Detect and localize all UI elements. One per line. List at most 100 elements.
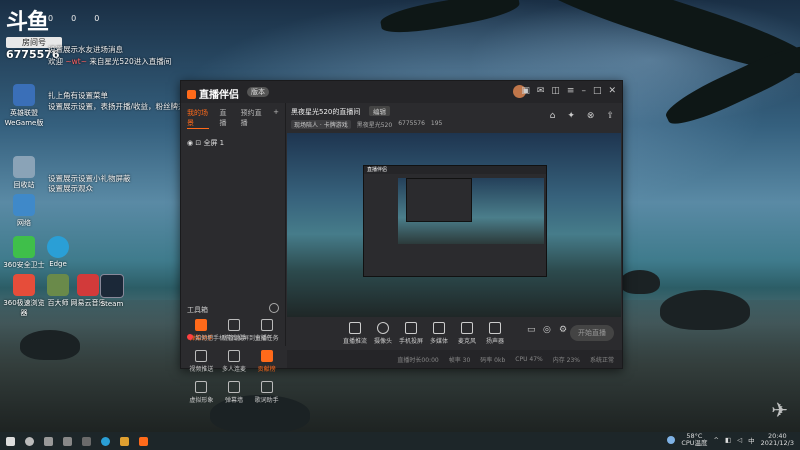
scene-item[interactable]: ◉ ⊡ 全屏 1	[181, 134, 285, 152]
status-bar: 直播时长00:00 帧率 30 码率 0kb CPU 47% 内存 23% 系统…	[287, 350, 622, 368]
add-scene-button[interactable]: +	[273, 108, 279, 129]
status-bitrate: 码率 0kb	[480, 356, 506, 364]
rock	[620, 270, 660, 294]
host-name: 黑夜星光520	[356, 122, 393, 129]
ime-icon[interactable]: 中	[748, 435, 755, 445]
edge-taskbar-icon[interactable]	[101, 436, 110, 446]
taskbar-apps	[0, 436, 148, 446]
task-icon	[260, 319, 273, 331]
recycle-bin-icon	[13, 156, 35, 178]
wall-icon	[227, 381, 240, 393]
scene-panel: 我的场景 直播 预约直播 + ◉ ⊡ 全屏 1 工具箱 弹幕助手 房管助手 主播…	[181, 103, 286, 404]
chat-icon[interactable]	[82, 436, 91, 446]
share-icon[interactable]: ⇪	[606, 111, 614, 121]
clock[interactable]: 20:40 2021/12/3	[761, 433, 794, 447]
mic-group-icon	[227, 350, 240, 362]
status-fps: 帧率 30	[448, 356, 471, 364]
desktop-icon-recycle[interactable]: 回收站	[2, 156, 46, 190]
visibility-icon[interactable]: ◎	[543, 325, 551, 335]
desktop-icon-network[interactable]: 网络	[2, 194, 46, 228]
toolbox-collapse-icon[interactable]	[269, 303, 279, 313]
title-bar: 直播伴侣 版本 ▣ ✉ ◫ ≡ – □ ✕	[181, 81, 622, 103]
menu-icon[interactable]: ≡	[567, 86, 575, 96]
edge-icon	[47, 236, 69, 258]
desktop-icon-wegame[interactable]: 英雄联盟 WeGame版	[2, 84, 46, 128]
eye-icon[interactable]: ◉	[187, 139, 193, 147]
edit-room-button[interactable]: 编辑	[369, 106, 390, 116]
tab-live[interactable]: 直播	[219, 108, 230, 129]
explorer-icon[interactable]	[120, 436, 129, 446]
network-icon	[13, 194, 35, 216]
tool-danmu-wall[interactable]: 弹幕墙	[218, 381, 251, 404]
overlay-message: 设置展示水友进场消息	[48, 45, 123, 54]
rank-icon	[260, 350, 273, 362]
weather-icon[interactable]	[667, 436, 676, 444]
maximize-icon[interactable]: □	[593, 86, 602, 96]
close-icon[interactable]: ✕	[608, 86, 616, 96]
tool-video-push[interactable]: 视频推送	[185, 350, 218, 373]
task-view-icon[interactable]	[44, 436, 53, 446]
lock-icon[interactable]: ⊡	[195, 139, 201, 147]
control-speaker[interactable]: 扬声器	[479, 322, 511, 345]
admin-icon	[227, 319, 240, 331]
search-icon[interactable]	[25, 436, 34, 446]
chevron-up-icon[interactable]: ^	[714, 436, 719, 444]
tab-my-scene[interactable]: 我的场景	[187, 108, 210, 129]
message-icon[interactable]: ✉	[537, 86, 545, 96]
room-id: 6775576	[398, 120, 425, 127]
overlay-welcome: 欢迎 ~wt~ 来自星光520进入直播间	[48, 57, 172, 66]
wegame-icon	[13, 84, 35, 106]
tool-contribution[interactable]: 贡献榜	[250, 350, 283, 373]
skin-icon[interactable]: ▣	[521, 86, 530, 96]
widgets-icon[interactable]	[63, 436, 72, 446]
settings-icon[interactable]: ⚙	[559, 325, 567, 335]
toolbox-grid: 弹幕助手 房管助手 主播任务 视频推送 多人连麦 贡献榜 虚拟形象 弹幕墙 歌词…	[185, 319, 283, 404]
tool-avatar[interactable]: 虚拟形象	[185, 381, 218, 404]
stream-preview[interactable]: 直播伴侣	[287, 133, 621, 317]
room-meta: 现场陪人 · 卡牌游戏 黑夜星光520 6775576 195	[291, 120, 442, 129]
network-tray-icon[interactable]: ◧	[725, 436, 731, 444]
live-companion-taskbar-icon[interactable]	[139, 436, 148, 446]
start-icon[interactable]	[6, 436, 15, 446]
360-safe-icon	[13, 236, 35, 258]
cpu-temp: 58°C CPU温度	[681, 432, 708, 447]
hint-icon	[187, 334, 193, 340]
shirt-icon[interactable]: ✦	[567, 111, 575, 121]
tab-reserve[interactable]: 预约直播	[241, 108, 263, 129]
lyrics-icon	[260, 381, 273, 393]
scene-label: 全屏 1	[203, 139, 225, 147]
overlay-line: 设置展示设置，表扬开播/收益，粉丝牌升级	[48, 102, 194, 111]
desktop-icon-steam[interactable]: Steam	[90, 274, 134, 308]
room-title: 黑夜星光520的直播间	[291, 108, 361, 116]
live-companion-window: 直播伴侣 版本 ▣ ✉ ◫ ≡ – □ ✕ 我的场景 直播 预约直播 + ◉ ⊡…	[180, 80, 623, 404]
minimize-icon[interactable]: –	[581, 86, 586, 96]
nested-window-reflection: 直播伴侣	[363, 165, 547, 277]
system-tray: 58°C CPU温度 ^ ◧ ◁ 中 20:40 2021/12/3	[667, 433, 794, 447]
steam-icon	[100, 274, 124, 298]
avatar-tool-icon	[195, 381, 208, 393]
logo-icon	[187, 90, 196, 99]
lock-icon[interactable]: ⌂	[550, 111, 556, 121]
help-hint[interactable]: 如何把手机游戏投屏到直播？	[187, 333, 273, 342]
gift-icon[interactable]: ◫	[551, 86, 560, 96]
counter-1: 0	[48, 14, 54, 23]
overlay-line: 扎上角有设置菜单	[48, 91, 108, 100]
room-actions: ⌂ ✦ ⊗ ⇪	[550, 111, 614, 121]
speaker-icon	[489, 322, 501, 334]
link-icon[interactable]: ⊗	[587, 111, 595, 121]
app-logo: 直播伴侣	[187, 86, 239, 101]
tool-lyrics[interactable]: 歌词助手	[250, 381, 283, 404]
volume-icon[interactable]: ◁	[737, 436, 742, 444]
desktop-icon-edge[interactable]: Edge	[36, 236, 80, 268]
mic-icon	[461, 322, 473, 334]
360-browser-icon	[13, 274, 35, 296]
room-info-bar: 黑夜星光520的直播间 编辑 现场陪人 · 卡牌游戏 黑夜星光520 67755…	[287, 103, 622, 133]
record-icon[interactable]: ▭	[527, 325, 536, 335]
tool-multi-mic[interactable]: 多人连麦	[218, 350, 251, 373]
start-live-button[interactable]: 开始直播	[570, 325, 614, 341]
category-tag[interactable]: 现场陪人 · 卡牌游戏	[291, 120, 351, 129]
source-controls: 直播推流 摄像头 手机投屏 多媒体 麦克风 扬声器 ▭ ◎ ⚙ 开始直播	[287, 317, 622, 347]
status-memory: 内存 23%	[552, 356, 580, 364]
counter-2: 0	[71, 14, 77, 23]
rock	[660, 290, 750, 330]
